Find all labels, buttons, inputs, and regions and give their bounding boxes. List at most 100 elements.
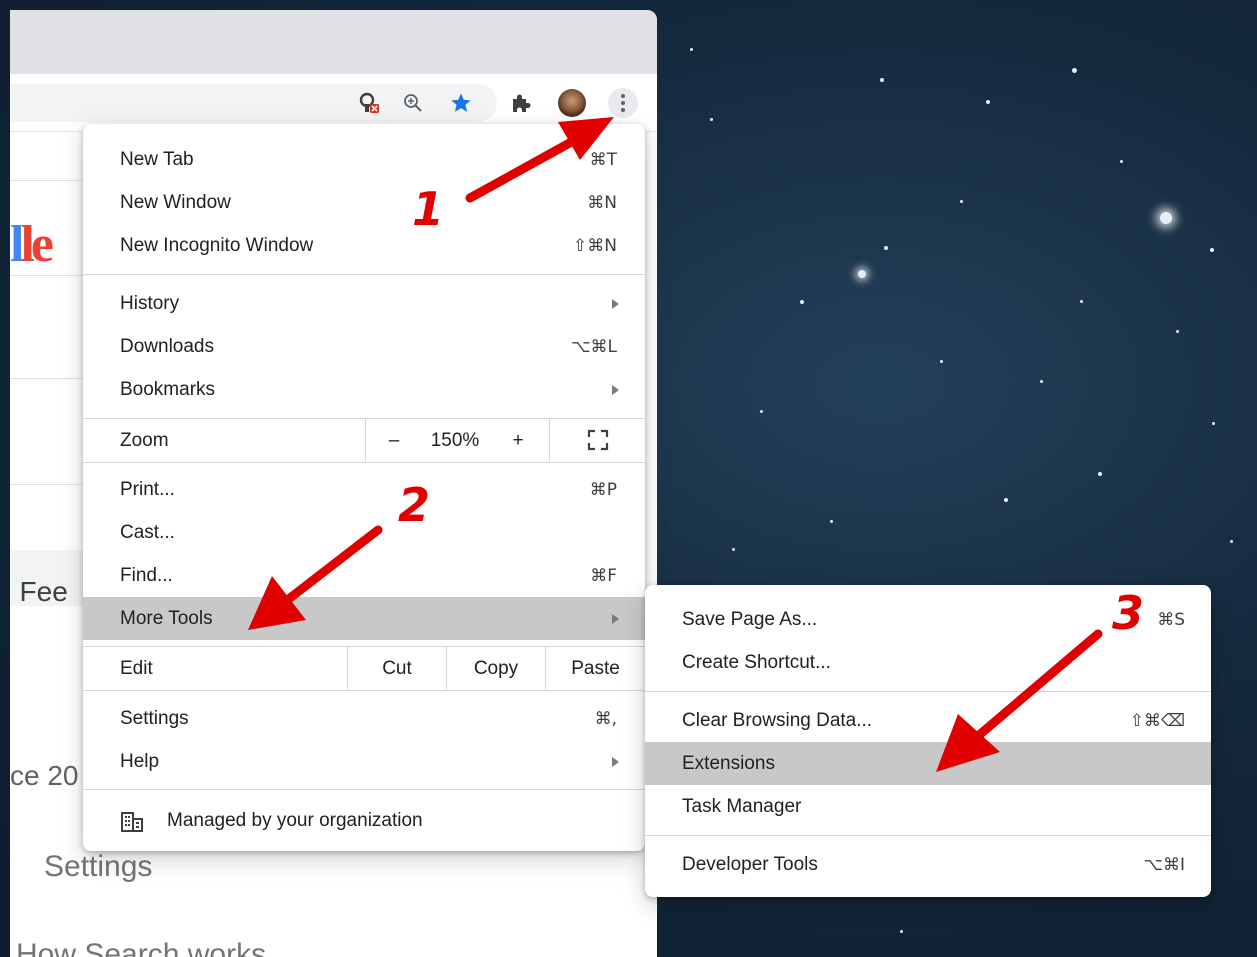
settings-link[interactable]: Settings [44,850,152,884]
menu-item-task-manager[interactable]: Task Manager [645,785,1211,828]
paste-button[interactable]: Paste [546,647,645,690]
zoom-out-button[interactable]: – [379,419,409,462]
menu-item-managed[interactable]: Managed by your organization [83,799,645,842]
star [1120,160,1123,163]
star [1098,472,1102,476]
star [1040,380,1043,383]
star [858,270,866,278]
menu-item-clear-browsing-data[interactable]: Clear Browsing Data... ⇧⌘⌫ [645,699,1211,742]
menu-separator [645,835,1211,836]
star [760,410,763,413]
star [880,78,884,82]
menu-item-label: Save Page As... [682,608,818,630]
zoom-in-icon[interactable] [402,92,424,114]
how-search-works-link[interactable]: How Search works [16,938,266,957]
star [690,48,693,51]
menu-item-new-incognito-window[interactable]: New Incognito Window ⇧⌘N [83,224,645,267]
menu-item-new-window[interactable]: New Window ⌘N [83,181,645,224]
edit-label: Edit [120,657,153,679]
annotation-step-2: 2 [398,478,431,532]
building-icon [121,811,143,832]
bookmark-star-icon[interactable] [450,92,472,114]
logo-text: le [20,216,53,273]
menu-item-developer-tools[interactable]: Developer Tools ⌥⌘I [645,843,1211,886]
star [1072,68,1077,73]
submenu-arrow-icon [612,384,619,395]
menu-separator [83,274,645,275]
menu-item-print[interactable]: Print... ⌘P [83,468,645,511]
menu-item-extensions[interactable]: Extensions [645,742,1211,785]
menu-item-bookmarks[interactable]: Bookmarks [83,368,645,411]
menu-item-more-tools[interactable]: More Tools [83,597,645,640]
page-text-fragment: ı Fee [10,576,68,607]
menu-item-label: Find... [120,564,173,586]
menu-item-label: New Window [120,191,231,213]
star [900,930,903,933]
star [1004,498,1008,502]
menu-item-find[interactable]: Find... ⌘F [83,554,645,597]
star [1210,248,1214,252]
divider [10,275,90,276]
menu-item-shortcut: ⌘F [590,565,617,586]
menu-item-downloads[interactable]: Downloads ⌥⌘L [83,325,645,368]
submenu-arrow-icon [612,613,619,624]
menu-separator [83,690,645,691]
menu-row-zoom: Zoom – 150% + [83,419,645,462]
menu-item-shortcut: ⌥⌘L [570,336,617,357]
star [884,246,888,250]
zoom-label: Zoom [120,429,169,451]
menu-item-label: Extensions [682,752,775,774]
zoom-divider [365,419,366,462]
star [960,200,963,203]
menu-item-shortcut: ⌥⌘I [1143,854,1185,875]
menu-item-label: Print... [120,478,175,500]
cut-button[interactable]: Cut [348,647,446,690]
menu-item-shortcut: ⇧⌘N [573,235,617,256]
menu-row-edit: Edit Cut Copy Paste [83,647,645,690]
zoom-level: 150% [430,429,480,451]
menu-item-label: Clear Browsing Data... [682,709,873,731]
submenu-arrow-icon [612,298,619,309]
star [1212,422,1215,425]
menu-separator [645,691,1211,692]
menu-item-label: History [120,292,180,314]
menu-item-label: More Tools [120,607,213,629]
star [732,548,735,551]
menu-item-create-shortcut[interactable]: Create Shortcut... [645,641,1211,684]
tab-strip [10,10,657,74]
menu-item-shortcut: ⇧⌘⌫ [1129,710,1185,731]
menu-item-label: Managed by your organization [167,809,423,831]
divider [10,378,90,379]
menu-item-new-tab[interactable]: New Tab ⌘T [83,138,645,181]
star [830,520,833,523]
star [1230,540,1233,543]
menu-separator [83,789,645,790]
fullscreen-icon[interactable] [587,429,609,451]
menu-item-label: Developer Tools [682,853,818,875]
menu-item-label: Task Manager [682,795,802,817]
menu-item-label: Downloads [120,335,214,357]
menu-item-settings[interactable]: Settings ⌘, [83,697,645,740]
avatar[interactable] [558,89,586,117]
google-logo-fragment: lle [10,216,54,273]
menu-item-shortcut: ⌘, [594,708,617,729]
menu-separator [83,462,645,463]
copy-button[interactable]: Copy [447,647,545,690]
zoom-divider [549,419,550,462]
extensions-puzzle-icon[interactable] [510,92,532,114]
menu-item-shortcut: ⌘P [589,479,617,500]
three-dot-menu-icon[interactable] [608,88,638,118]
star [986,100,990,104]
menu-item-label: New Tab [120,148,194,170]
key-blocked-icon[interactable] [358,92,380,114]
menu-item-label: New Incognito Window [120,234,314,256]
zoom-in-button[interactable]: + [503,419,533,462]
menu-item-cast[interactable]: Cast... [83,511,645,554]
star [710,118,713,121]
menu-item-help[interactable]: Help [83,740,645,783]
divider [10,484,90,485]
star [1160,212,1172,224]
star [940,360,943,363]
page-text-fragment: ce 20 [10,760,79,791]
menu-item-history[interactable]: History [83,282,645,325]
